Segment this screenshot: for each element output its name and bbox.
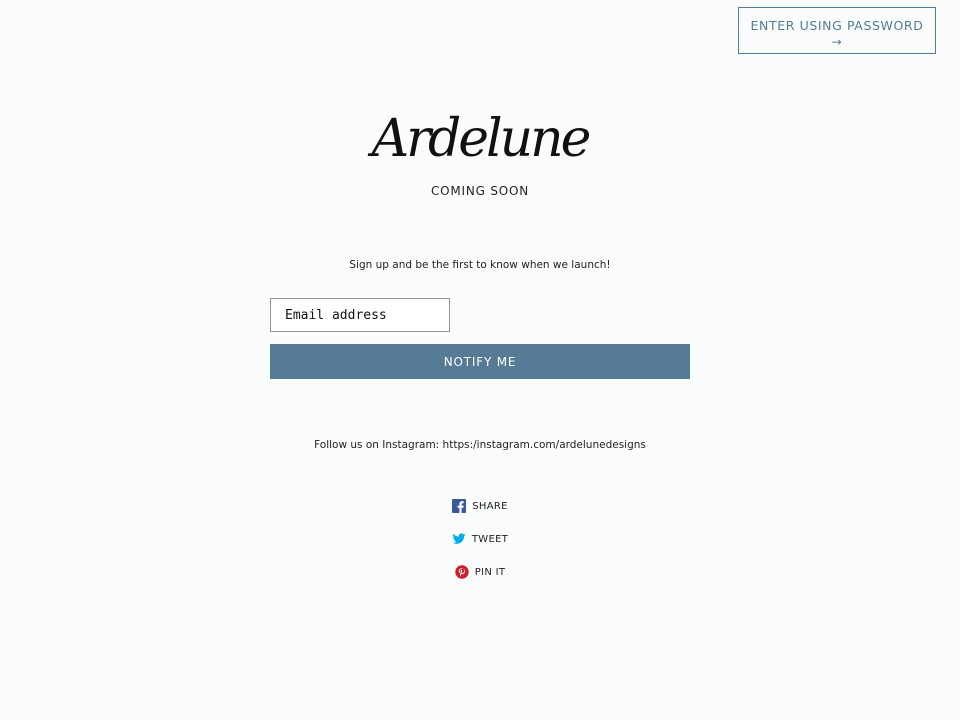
arrow-right-icon: → — [831, 35, 843, 49]
password-button-label: ENTER USING PASSWORD — [750, 18, 924, 33]
signup-message: Sign up and be the first to know when we… — [349, 259, 611, 271]
logo-wordmark: Ardelune — [368, 109, 590, 169]
tweet-on-twitter-link[interactable]: TWEET — [380, 530, 580, 548]
email-field[interactable] — [270, 298, 450, 332]
twitter-icon — [452, 532, 466, 546]
brand-logo: Ardelune — [366, 84, 594, 180]
coming-soon-tagline: COMING SOON — [430, 184, 530, 198]
instagram-follow-text: Follow us on Instagram: https:/instagram… — [314, 439, 646, 451]
share-label: SHARE — [472, 500, 508, 512]
tweet-label: TWEET — [471, 533, 509, 545]
pin-on-pinterest-link[interactable]: PIN IT — [380, 563, 580, 581]
notify-me-button[interactable]: NOTIFY ME — [270, 344, 690, 379]
share-on-facebook-link[interactable]: SHARE — [380, 497, 580, 515]
facebook-icon — [452, 499, 467, 513]
enter-using-password-button[interactable]: ENTER USING PASSWORD → — [738, 7, 936, 54]
pin-it-label: PIN IT — [474, 566, 506, 578]
password-page: ENTER USING PASSWORD → Ardelune COMING S… — [0, 0, 960, 720]
pinterest-icon — [455, 565, 469, 579]
